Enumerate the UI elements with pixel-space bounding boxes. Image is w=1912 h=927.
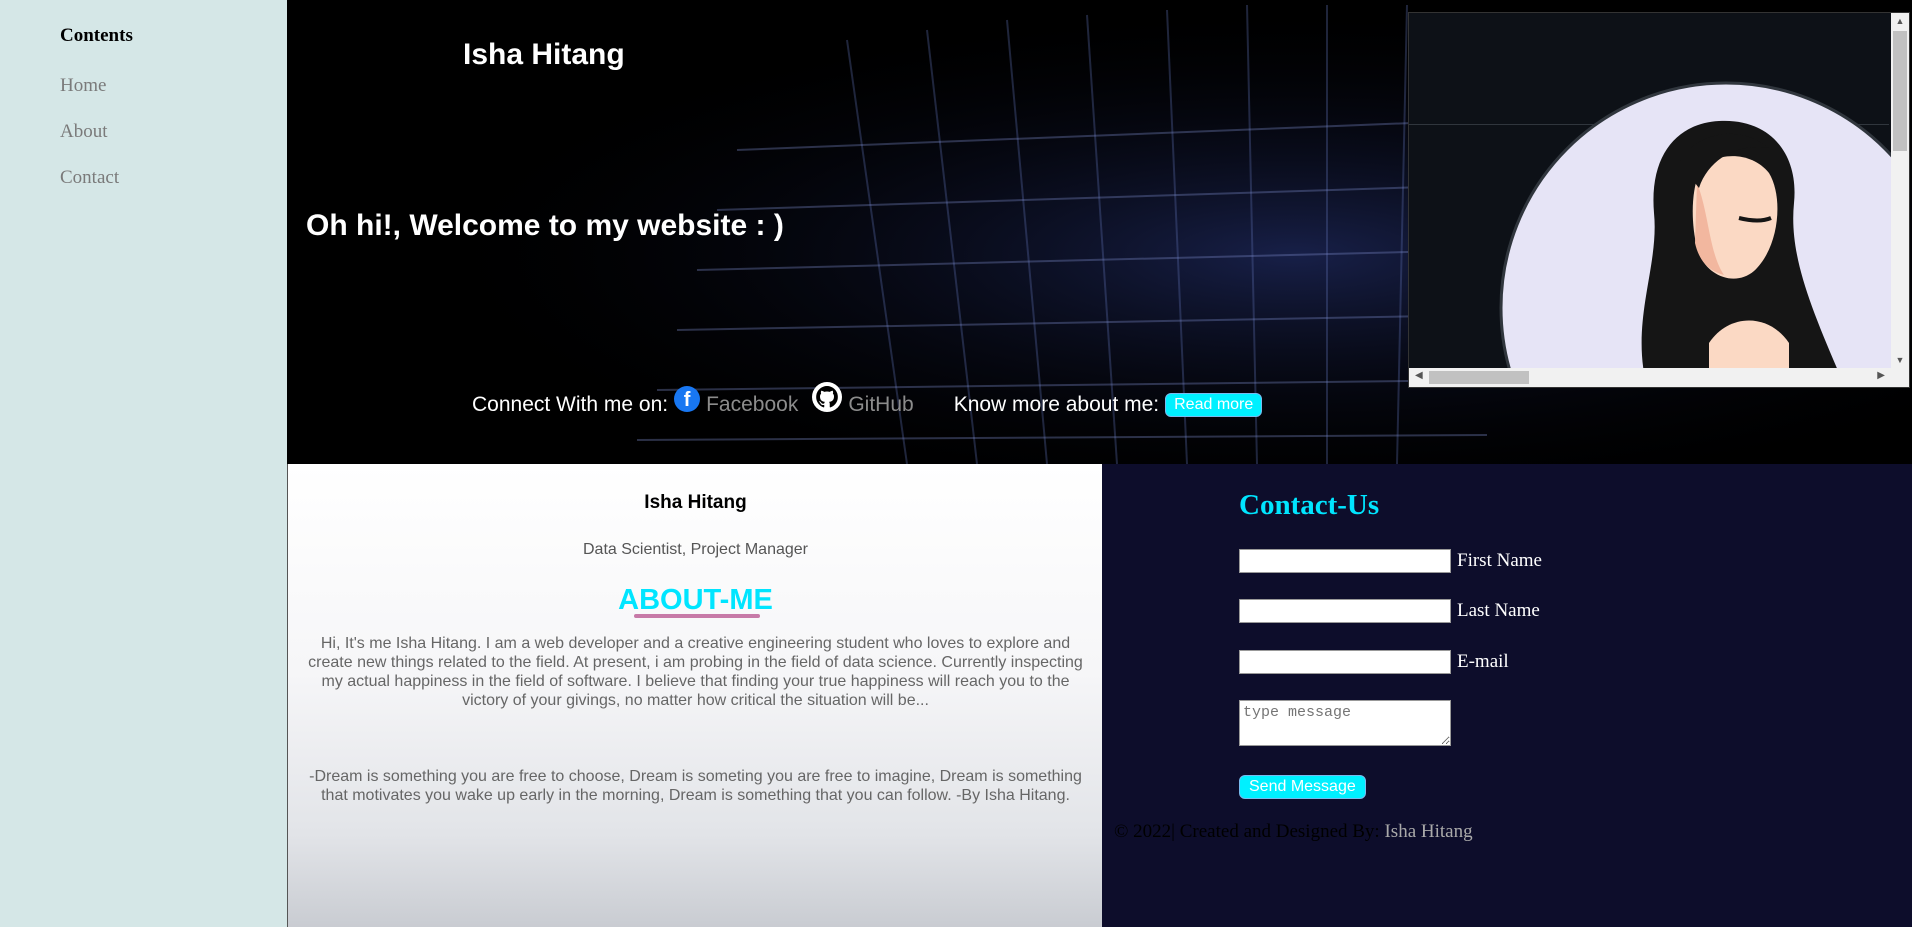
connect-row: Connect With me on: f Facebook GitHub Kn… [472,382,1263,417]
about-paragraph: Hi, It's me Isha Hitang. I am a web deve… [308,635,1083,709]
email-label: E-mail [1457,651,1509,672]
image-vertical-scrollbar[interactable]: ▲ ▼ [1891,13,1909,368]
horizontal-scroll-thumb[interactable] [1429,371,1529,384]
first-name-input[interactable] [1239,549,1451,573]
scroll-right-icon[interactable]: ▶ [1877,370,1885,381]
about-title-underline [634,614,760,618]
send-message-button[interactable]: Send Message [1239,775,1366,799]
facebook-icon[interactable]: f [674,386,701,412]
contact-section: Contact-Us First Name Last Name E-mail S… [1102,464,1912,927]
facebook-link[interactable]: Facebook [706,393,798,417]
sidebar-item-contact[interactable]: Contact [60,167,119,189]
vertical-scroll-thumb[interactable] [1893,31,1907,151]
github-icon[interactable] [812,382,843,412]
image-horizontal-scrollbar[interactable]: ◀ ▶ [1409,368,1909,387]
footer-text: © 2022| Created and Designed By: [1114,821,1380,842]
last-name-label: Last Name [1457,600,1540,621]
about-section: Isha Hitang Data Scientist, Project Mana… [287,464,1103,927]
hero-welcome-text: Oh hi!, Welcome to my website : ) [306,209,784,242]
scroll-down-icon[interactable]: ▼ [1891,355,1909,365]
about-name: Isha Hitang [644,492,747,513]
sidebar-item-about[interactable]: About [60,121,108,143]
email-input[interactable] [1239,650,1451,674]
sidebar-heading: Contents [60,25,133,46]
footer: © 2022| Created and Designed By: Isha Hi… [1114,821,1473,843]
sidebar-item-home[interactable]: Home [60,75,106,97]
avatar-illustration [1499,81,1891,368]
contact-title: Contact-Us [1239,489,1380,521]
hero-section: Isha Hitang Oh hi!, Welcome to my websit… [287,0,1912,464]
about-title: ABOUT-ME [618,584,773,616]
hero-name: Isha Hitang [463,38,625,71]
scroll-up-icon[interactable]: ▲ [1891,16,1909,26]
scroll-left-icon[interactable]: ◀ [1415,370,1423,381]
first-name-label: First Name [1457,550,1542,571]
about-quote: -Dream is something you are free to choo… [309,768,1082,804]
about-role: Data Scientist, Project Manager [583,541,808,558]
read-more-button[interactable]: Read more [1165,393,1263,417]
know-more-label: Know more about me: [953,393,1160,416]
message-textarea[interactable] [1239,700,1451,746]
sidebar: Contents Home About Contact [0,0,287,927]
github-link[interactable]: GitHub [848,393,913,417]
profile-image-frame[interactable]: ▲ ▼ ◀ ▶ [1408,12,1910,388]
last-name-input[interactable] [1239,599,1451,623]
footer-author: Isha Hitang [1384,821,1473,842]
connect-label: Connect With me on: [472,393,669,416]
